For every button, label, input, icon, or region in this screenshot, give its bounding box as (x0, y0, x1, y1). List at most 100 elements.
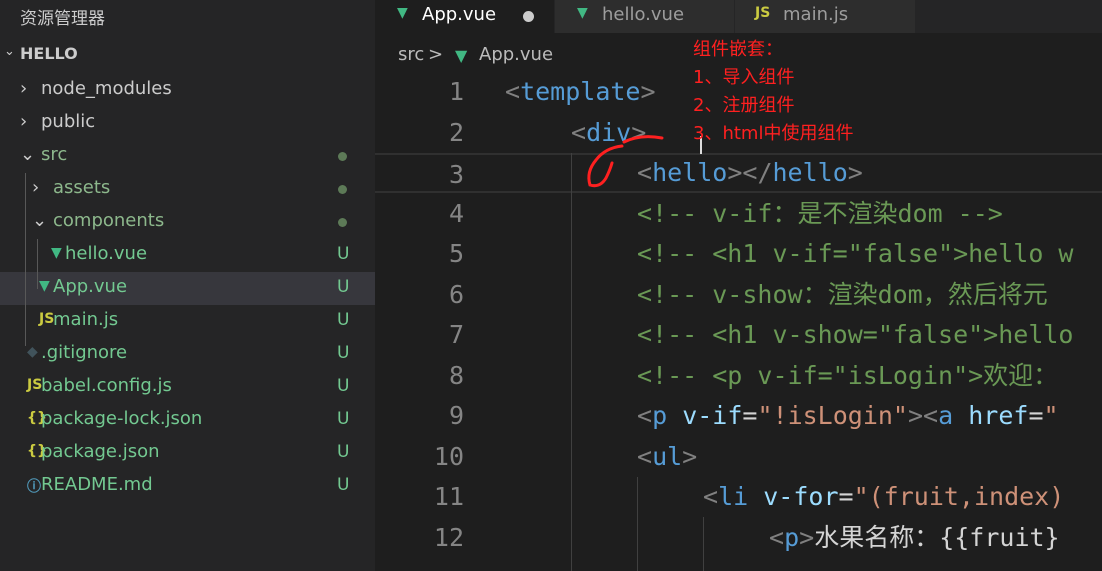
line-number: 4 (448, 198, 464, 228)
annotation-note: 组件嵌套： 1、导入组件 2、注册组件 3、html中使用组件 (693, 36, 853, 148)
tree-item[interactable]: ◆ .gitignore U (0, 338, 375, 371)
tree-item[interactable]: › assets (0, 173, 375, 206)
code-text: <ul> (637, 441, 698, 471)
line-number: 8 (448, 360, 464, 390)
tree-item[interactable]: ▼ hello.vue U (0, 239, 375, 272)
tree-item[interactable]: ▼ App.vue U (0, 272, 375, 305)
js-file-icon: JS (39, 311, 55, 327)
annotation-line: 1、导入组件 (693, 67, 795, 88)
tab-label: App.vue (422, 4, 497, 25)
tree-item-label: .gitignore (41, 342, 128, 363)
code-line: 11 <li v-for="(fruit,index) (375, 477, 1102, 517)
line-number: 12 (433, 522, 464, 552)
tree-item[interactable]: JS babel.config.js U (0, 371, 375, 404)
vue-file-icon: ▼ (397, 5, 408, 21)
tab-label: main.js (783, 4, 849, 25)
unsaved-dot-icon[interactable] (523, 11, 534, 22)
line-number: 1 (448, 77, 464, 106)
tree-item[interactable]: {} package.json U (0, 437, 375, 470)
tree-item[interactable]: ⌄ components (0, 206, 375, 239)
code-line: 6 <!-- v-show：渲染dom，然后将元 (375, 275, 1102, 315)
chevron-down-icon: ⌄ (32, 210, 48, 231)
chevron-down-icon: ⌄ (4, 44, 15, 59)
git-status-badge: U (337, 244, 350, 264)
git-status-badge: U (337, 442, 350, 462)
code-line: 10 <ul> (375, 437, 1102, 477)
git-status-dot (338, 185, 347, 194)
tree-item-label: src (41, 144, 68, 165)
tree-item-label: public (41, 111, 96, 132)
code-line: 12 <p>水果名称：{{fruit} (375, 518, 1102, 558)
git-status-badge: U (337, 343, 350, 363)
git-status-dot (338, 152, 347, 161)
chevron-right-icon: › (32, 177, 40, 198)
code-text: <!-- v-show：渲染dom，然后将元 (637, 279, 1048, 309)
indent-guide (25, 173, 26, 346)
git-status-badge: U (337, 409, 350, 429)
chevron-right-icon: › (20, 111, 28, 132)
info-file-icon: ⓘ (27, 479, 41, 495)
line-number: 2 (448, 117, 464, 147)
annotation-line: 2、注册组件 (693, 95, 795, 116)
line-number: 9 (448, 401, 464, 430)
code-line: 3 <hello></hello> (375, 153, 1102, 193)
code-line: 7 <!-- <h1 v-show="false">hello (375, 315, 1102, 355)
tree-item[interactable]: {} package-lock.json U (0, 404, 375, 437)
workspace-section-header[interactable]: ⌄ HELLO (0, 38, 375, 71)
editor-tab[interactable]: ▼ hello.vue (555, 0, 735, 33)
annotation-line: 组件嵌套： (693, 39, 783, 60)
indent-guide (637, 477, 638, 571)
tree-item-label: assets (53, 177, 111, 198)
tree-item-label: package.json (41, 441, 160, 462)
js-file-icon: JS (27, 377, 43, 393)
git-status-badge: U (337, 475, 350, 495)
line-number: 5 (448, 239, 464, 268)
tree-item[interactable]: › public (0, 107, 375, 140)
code-text: <!-- <p v-if="isLogin">欢迎： (637, 360, 1059, 390)
code-line: 8 <!-- <p v-if="isLogin">欢迎： (375, 356, 1102, 396)
code-text: <!-- v-if：是不渲染dom --> (637, 198, 1003, 228)
line-number: 10 (433, 441, 464, 471)
git-status-dot (338, 218, 347, 227)
vue-file-icon: ▼ (577, 5, 588, 21)
vue-file-icon: ▼ (39, 278, 50, 294)
tree-item[interactable]: › node_modules (0, 74, 375, 107)
code-text: <template> (505, 77, 656, 106)
editor-tab[interactable]: ▼ App.vue (375, 0, 555, 33)
editor-tab[interactable]: JS main.js (735, 0, 916, 33)
line-number: 11 (433, 482, 464, 511)
git-status-badge: U (337, 376, 350, 396)
explorer-sidebar: 资源管理器 ⌄ HELLO › node_modules › public ⌄ src › a… (0, 0, 375, 571)
tree-item[interactable]: JS main.js U (0, 305, 375, 338)
tab-label: hello.vue (602, 4, 685, 25)
tree-item-label: node_modules (41, 78, 172, 99)
code-text: <p v-if="!isLogin"><a href=" (637, 401, 1059, 430)
breadcrumb-separator: > (428, 44, 444, 65)
tree-item-label: main.js (53, 309, 119, 330)
indent-guide (571, 153, 572, 571)
code-line: 5 <!-- <h1 v-if="false">hello w (375, 234, 1102, 274)
tree-item-label: components (53, 210, 165, 231)
tree-item[interactable]: ⓘ README.md U (0, 470, 375, 503)
annotation-line: 3、html中使用组件 (693, 123, 854, 144)
git-status-badge: U (337, 277, 350, 297)
explorer-title: 资源管理器 (20, 9, 105, 29)
tree-item-label: README.md (41, 474, 153, 495)
vue-file-icon: ▼ (455, 46, 468, 65)
git-file-icon: ◆ (27, 344, 38, 360)
code-text: <li v-for="(fruit,index) (703, 482, 1065, 511)
workspace-name: HELLO (20, 44, 78, 63)
vue-file-icon: ▼ (51, 245, 62, 261)
indent-guide (703, 517, 704, 571)
tree-item-label: package-lock.json (41, 408, 203, 429)
red-arrow-annotation (587, 135, 664, 188)
breadcrumb-folder[interactable]: src (398, 44, 424, 65)
tree-item[interactable]: ⌄ src (0, 140, 375, 173)
tree-item-label: babel.config.js (41, 375, 172, 396)
breadcrumb-file[interactable]: App.vue (479, 44, 553, 65)
line-number: 3 (448, 160, 464, 189)
tree-item-label: App.vue (53, 276, 128, 297)
chevron-down-icon: ⌄ (20, 144, 36, 165)
line-number: 7 (448, 320, 464, 349)
js-file-icon: JS (755, 5, 771, 21)
